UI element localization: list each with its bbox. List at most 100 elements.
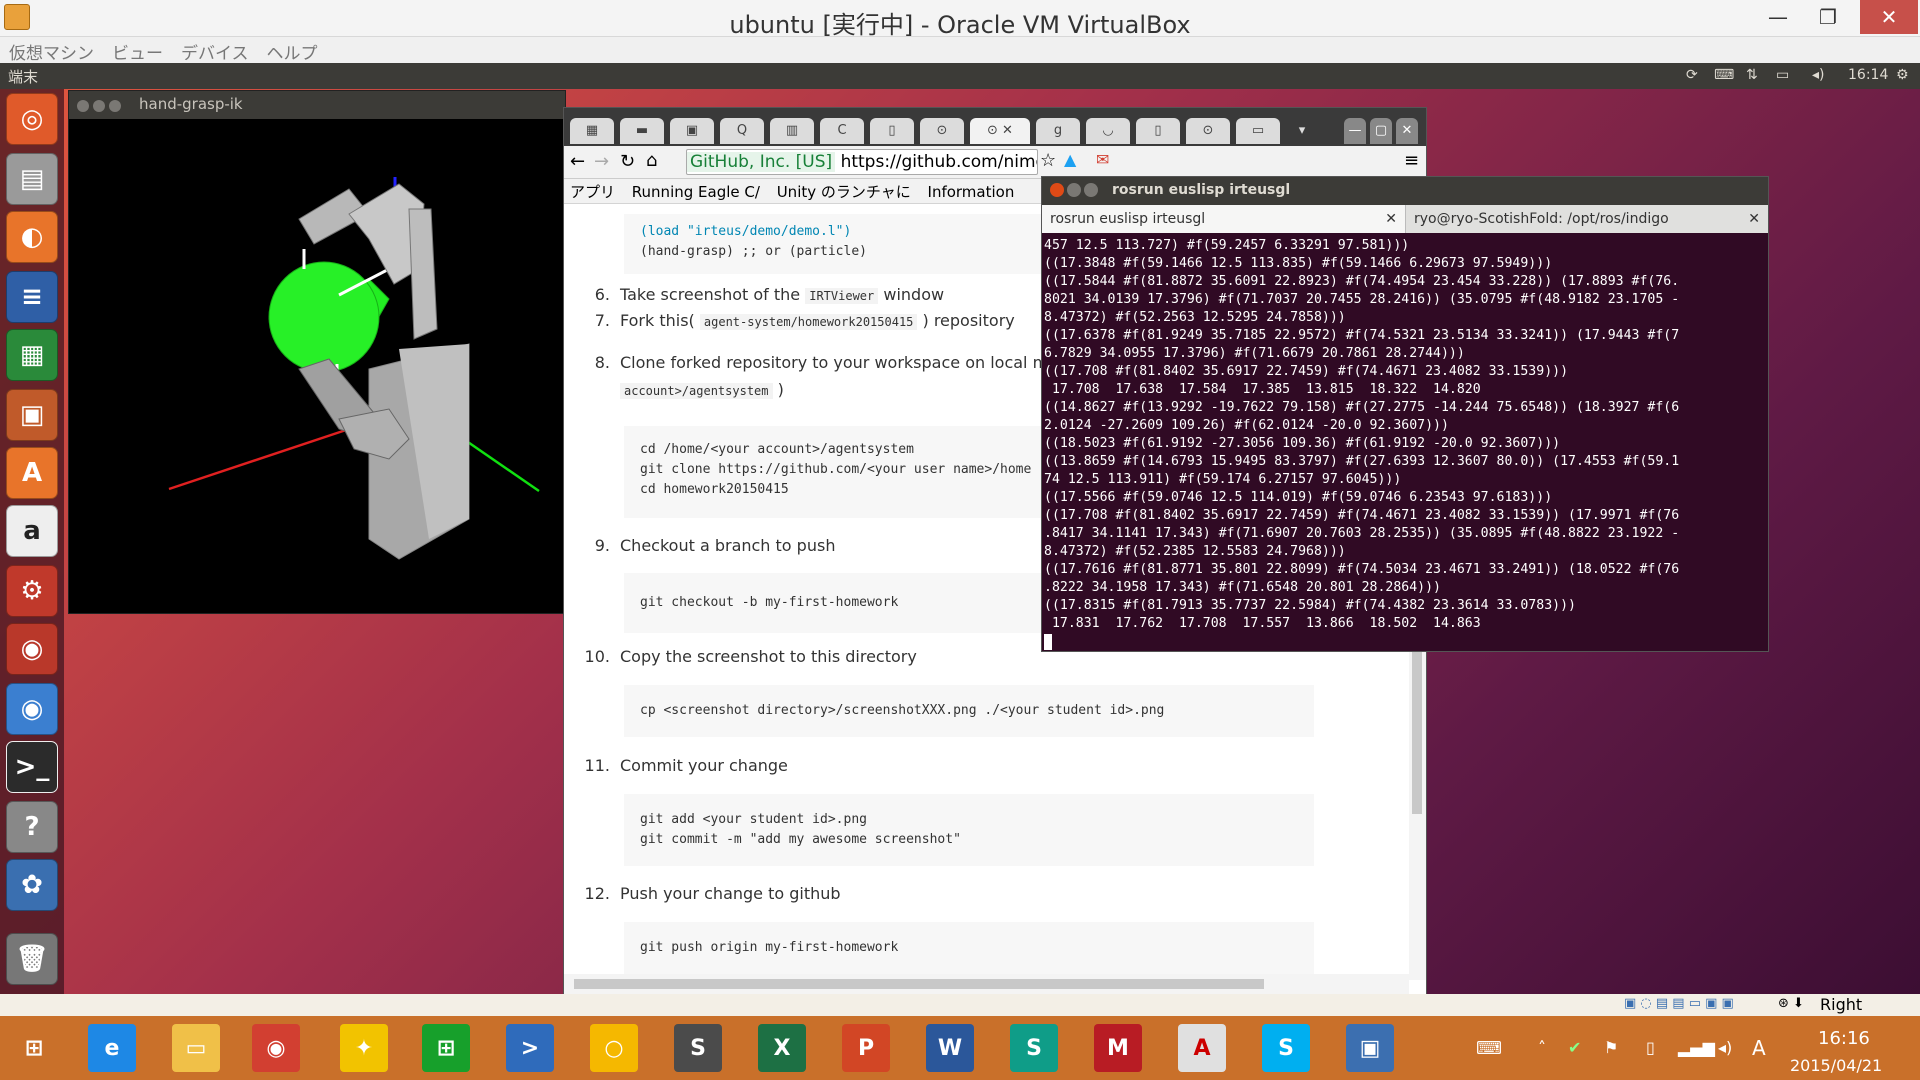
word-icon[interactable]: W bbox=[926, 1024, 974, 1072]
impress-icon[interactable]: ▣ bbox=[6, 389, 58, 441]
virtualbox-icon[interactable]: ▣ bbox=[1346, 1024, 1394, 1072]
calc-icon[interactable]: ▦ bbox=[6, 329, 58, 381]
close-button[interactable]: ✕ bbox=[1860, 0, 1918, 34]
keyboard-icon[interactable]: ⌨ bbox=[1476, 1038, 1502, 1059]
chrome-menu-icon[interactable]: ≡ bbox=[1404, 150, 1419, 171]
forward-icon[interactable]: → bbox=[594, 151, 609, 172]
software-center-icon[interactable]: A bbox=[6, 447, 58, 499]
lightbulb-icon[interactable]: ✦ bbox=[340, 1024, 388, 1072]
menu-view[interactable]: ビュー bbox=[103, 37, 172, 66]
settings-icon[interactable]: ⚙ bbox=[6, 565, 58, 617]
tab-8[interactable]: ⊙ bbox=[920, 118, 964, 144]
show-hidden-icons-icon[interactable]: ˄ bbox=[1538, 1038, 1546, 1057]
menu-devices[interactable]: デバイス bbox=[172, 37, 258, 66]
ubuntu-dash-icon[interactable]: ◎ bbox=[6, 93, 58, 145]
volume-icon[interactable]: ◂) bbox=[1718, 1038, 1732, 1057]
amazon-icon[interactable]: a bbox=[6, 505, 58, 557]
horizontal-scrollbar[interactable] bbox=[564, 974, 1409, 994]
firefox-icon[interactable]: ◐ bbox=[6, 211, 58, 263]
mendeley-icon[interactable]: M bbox=[1094, 1024, 1142, 1072]
terminal-tab-2[interactable]: ryo@ryo-ScotishFold: /opt/ros/indigo ✕ bbox=[1405, 205, 1768, 233]
files-icon[interactable]: ▤ bbox=[6, 153, 58, 205]
tab-13[interactable]: ⊙ bbox=[1186, 118, 1230, 144]
terminal-window[interactable]: rosrun euslisp irteusgl rosrun euslisp i… bbox=[1041, 176, 1769, 652]
back-icon[interactable]: ← bbox=[570, 151, 585, 172]
reload-icon[interactable]: ↻ bbox=[620, 151, 635, 172]
chromium-icon[interactable]: ◉ bbox=[6, 683, 58, 735]
taskbar-date[interactable]: 2015/04/21 bbox=[1790, 1056, 1882, 1075]
chrome-maximize-button[interactable]: ▢ bbox=[1370, 118, 1392, 144]
acrobat-icon[interactable]: A bbox=[1178, 1024, 1226, 1072]
chrome-icon[interactable]: ◉ bbox=[252, 1024, 300, 1072]
bookmark-running-eagle[interactable]: Running Eagle C/ bbox=[632, 183, 760, 201]
tab-7[interactable]: ▯ bbox=[870, 118, 914, 144]
ime-indicator[interactable]: A bbox=[1752, 1036, 1766, 1060]
chrome-minimize-button[interactable]: — bbox=[1344, 118, 1366, 144]
sway-icon[interactable]: S bbox=[1010, 1024, 1058, 1072]
file-explorer-icon[interactable]: ▭ bbox=[172, 1024, 220, 1072]
terminal-icon[interactable]: >_ bbox=[6, 741, 58, 793]
terminal-titlebar[interactable]: rosrun euslisp irteusgl bbox=[1042, 177, 1768, 205]
tab-2[interactable]: ▬ bbox=[620, 118, 664, 144]
gear-icon[interactable]: ⚙ bbox=[1896, 67, 1909, 83]
home-icon[interactable]: ⌂ bbox=[646, 150, 657, 171]
store-icon[interactable]: ⊞ bbox=[422, 1024, 470, 1072]
sync-icon[interactable]: ⟳ bbox=[1686, 67, 1698, 83]
tab-10[interactable]: g bbox=[1036, 118, 1080, 144]
virtualbox-titlebar[interactable]: ubuntu [実行中] - Oracle VM VirtualBox — ❐ … bbox=[0, 0, 1920, 39]
bookmark-information[interactable]: Information bbox=[928, 183, 1015, 201]
circle-app-icon[interactable]: ○ bbox=[590, 1024, 638, 1072]
tab-6[interactable]: C bbox=[820, 118, 864, 144]
tab-github-active[interactable]: ⊙ ✕ bbox=[970, 118, 1030, 144]
gmail-extension-icon[interactable]: ✉ bbox=[1096, 150, 1109, 169]
network-icon[interactable]: ⇅ bbox=[1746, 67, 1758, 83]
keyboard-icon[interactable]: ⌨ bbox=[1714, 67, 1734, 83]
powerpoint-icon[interactable]: P bbox=[842, 1024, 890, 1072]
tab-5[interactable]: ▥ bbox=[770, 118, 814, 144]
panel-clock[interactable]: 16:14 bbox=[1848, 67, 1888, 83]
tab-11[interactable]: ◡ bbox=[1086, 118, 1130, 144]
vbox-status-icons[interactable]: ▣ ◌ ▤ ▤ ▭ ▣ ▣ bbox=[1624, 996, 1734, 1011]
twitter-extension-icon[interactable]: ▲ bbox=[1064, 150, 1076, 169]
shotwell-icon[interactable]: ✿ bbox=[6, 859, 58, 911]
hscroll-thumb[interactable] bbox=[574, 979, 1264, 989]
bookmark-unity[interactable]: Unity のランチャに bbox=[777, 181, 911, 202]
skype-icon[interactable]: S bbox=[1262, 1024, 1310, 1072]
flag-icon[interactable]: ⚑ bbox=[1604, 1038, 1618, 1057]
tab-1[interactable]: ▦ bbox=[570, 118, 614, 144]
irtviewer-titlebar[interactable]: hand-grasp-ik bbox=[69, 91, 565, 119]
minimize-button[interactable]: — bbox=[1756, 0, 1800, 34]
tab-12[interactable]: ▯ bbox=[1136, 118, 1180, 144]
menu-help[interactable]: ヘルプ bbox=[258, 37, 327, 66]
wifi-icon[interactable]: ▂▄▆ bbox=[1678, 1038, 1715, 1057]
volume-icon[interactable]: ◂) bbox=[1812, 67, 1825, 83]
start-icon[interactable]: ⊞ bbox=[10, 1024, 58, 1072]
star-icon[interactable]: ☆ bbox=[1040, 150, 1056, 171]
taskbar-time[interactable]: 16:16 bbox=[1818, 1028, 1870, 1049]
irtviewer-window[interactable]: hand-grasp-ik bbox=[68, 90, 566, 614]
writer-icon[interactable]: ≡ bbox=[6, 271, 58, 323]
security-icon[interactable]: ✔ bbox=[1568, 1038, 1581, 1057]
terminal-tab-1[interactable]: rosrun euslisp irteusgl ✕ bbox=[1042, 205, 1405, 233]
tab-14[interactable]: ▭ bbox=[1236, 118, 1280, 144]
window-controls[interactable] bbox=[77, 98, 125, 116]
help-icon[interactable]: ? bbox=[6, 801, 58, 853]
omnibox[interactable]: GitHub, Inc. [US] https://github.com/nim… bbox=[686, 149, 1038, 175]
excel-icon[interactable]: X bbox=[758, 1024, 806, 1072]
trash-icon[interactable]: 🗑 bbox=[6, 933, 58, 985]
maximize-button[interactable]: ❐ bbox=[1806, 0, 1850, 34]
robot-hand-3d-view[interactable] bbox=[69, 119, 565, 613]
chrome-icon[interactable]: ◉ bbox=[6, 623, 58, 675]
tab-overflow-icon[interactable]: ▾ bbox=[1290, 118, 1314, 144]
tab-4[interactable]: Q bbox=[720, 118, 764, 144]
battery-icon[interactable]: ▯ bbox=[1646, 1038, 1655, 1057]
chrome-close-button[interactable]: ✕ bbox=[1396, 118, 1418, 144]
battery-icon[interactable]: ▭ bbox=[1776, 67, 1789, 83]
tab-3[interactable]: ▣ bbox=[670, 118, 714, 144]
menu-machine[interactable]: 仮想マシン bbox=[0, 37, 103, 66]
powershell-icon[interactable]: > bbox=[506, 1024, 554, 1072]
bookmark-apps[interactable]: アプリ bbox=[570, 181, 615, 202]
vbox-status-icons[interactable]: ⊛ ⬇ bbox=[1778, 996, 1804, 1011]
window-controls[interactable] bbox=[1050, 183, 1101, 201]
internet-explorer-icon[interactable]: e bbox=[88, 1024, 136, 1072]
